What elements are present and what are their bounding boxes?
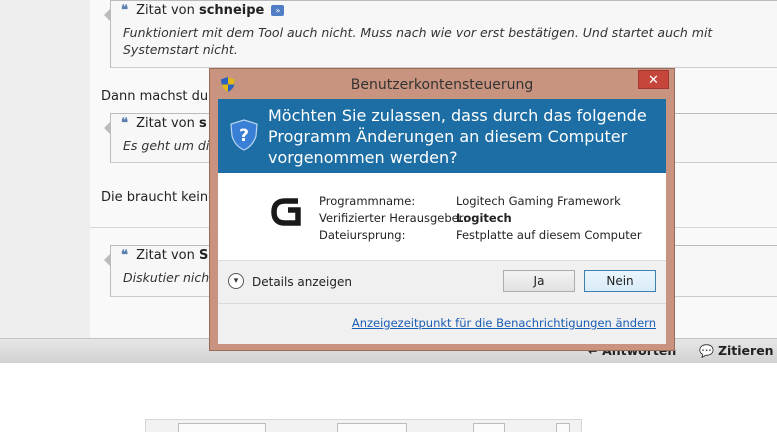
post-text-line: Die braucht keine (101, 190, 217, 205)
program-name-label: Programmname: (319, 194, 416, 208)
origin-value: Festplatte auf diesem Computer (456, 228, 642, 242)
quote-block-1: ❝ Zitat von schneipe » Funktioniert mit … (104, 0, 777, 68)
uac-header: ? Möchten Sie zulassen, dass durch das f… (218, 99, 666, 173)
quote-prefix: Zitat von (136, 248, 195, 263)
quote-header: ❝ Zitat von schneipe » (111, 1, 777, 20)
quote-prefix: Zitat von (136, 116, 195, 131)
quote-author[interactable]: schneipe (199, 3, 264, 18)
uac-titlebar: Benutzerkontensteuerung ✕ (210, 69, 674, 99)
quote-icon: ❝ (121, 3, 128, 18)
svg-text:?: ? (239, 126, 249, 146)
quote-icon: ❝ (121, 116, 128, 131)
origin-label: Dateiursprung: (319, 228, 406, 242)
quote-label: Zitieren (717, 343, 774, 358)
quote-button[interactable]: 💬 Zitieren (699, 343, 774, 358)
speech-bubble-icon: 💬 (699, 344, 714, 358)
uac-separator (218, 303, 666, 304)
goto-post-icon[interactable]: » (271, 5, 285, 16)
uac-content: ? Möchten Sie zulassen, dass durch das f… (218, 99, 666, 344)
uac-title: Benutzerkontensteuerung (350, 77, 534, 93)
shield-question-icon: ? (230, 119, 258, 151)
notification-settings-link[interactable]: Anzeigezeitpunkt für die Benachrichtigun… (352, 316, 656, 330)
quote-author[interactable]: S (199, 248, 208, 263)
logitech-g-logo (271, 198, 301, 226)
publisher-label: Verifizierter Herausgeber: (319, 211, 468, 225)
quote-icon: ❝ (121, 248, 128, 263)
uac-dialog: Benutzerkontensteuerung ✕ ? Möchten Sie … (209, 68, 675, 351)
publisher-value: Logitech (456, 211, 512, 225)
chevron-down-icon: ▾ (228, 273, 244, 289)
close-button[interactable]: ✕ (638, 70, 669, 89)
quote-text: Funktioniert mit dem Tool auch nicht. Mu… (123, 25, 713, 57)
post-text-line: Dann machst du w (101, 89, 223, 104)
quote-prefix: Zitat von (136, 3, 195, 18)
quote-author[interactable]: s (199, 116, 207, 131)
program-info: Programmname: Logitech Gaming Framework … (218, 173, 666, 261)
uac-question: Möchten Sie zulassen, dass durch das fol… (268, 106, 647, 167)
no-button[interactable]: Nein (584, 270, 656, 292)
details-label: Details anzeigen (252, 275, 352, 289)
program-name-value: Logitech Gaming Framework (456, 194, 621, 208)
yes-button[interactable]: Ja (503, 270, 575, 292)
